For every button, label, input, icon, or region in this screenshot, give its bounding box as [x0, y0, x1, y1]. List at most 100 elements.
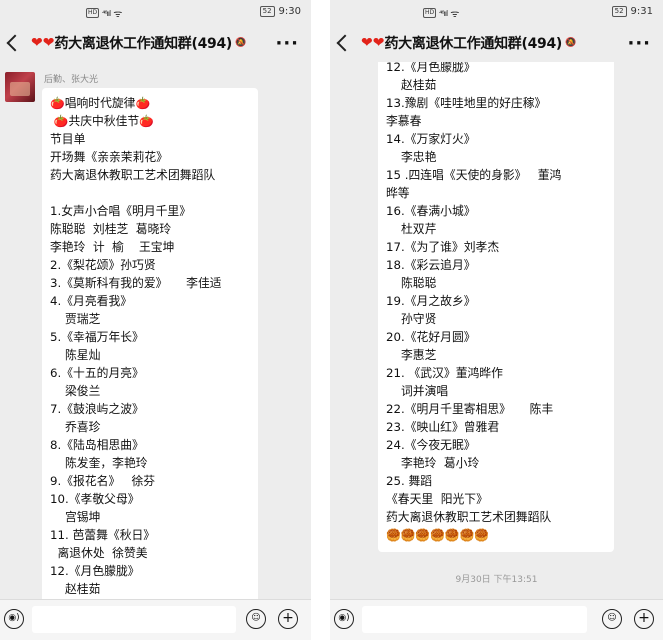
- plus-icon[interactable]: +: [634, 609, 654, 629]
- message-line: 15 .四连唱《天使的身影》 董鸿: [386, 168, 562, 182]
- message-input[interactable]: [362, 606, 587, 633]
- message-line: 17.《为了谁》刘孝杰: [386, 240, 500, 254]
- left-screenshot-panel: HD ⁴⁶ııl ᯤ 52 9:30 ❤❤ 药大离退休工作通知群(494) 🔕 …: [0, 0, 311, 640]
- status-right: 52 9:30: [259, 6, 301, 17]
- message-line: 24.《今夜无眠》: [386, 438, 476, 452]
- message-line: 《春天里 阳光下》: [386, 492, 488, 506]
- signal-icon: ⁴⁶ııl: [102, 8, 111, 18]
- emoji-icon[interactable]: ☺: [602, 609, 622, 629]
- message-bubble[interactable]: 12.《月色朦胧》 赵桂茹 13.豫剧《哇哇地里的好庄稼》 李慕春 14.《万家灯火》…: [378, 62, 614, 552]
- message-line: 22.《明月千里寄相思》 陈丰: [386, 402, 554, 416]
- message-line: 3.《莫斯科有我的爱》 李佳适: [50, 276, 222, 290]
- message-line: 梁俊兰: [50, 384, 101, 398]
- right-screenshot-panel: HD ⁴⁶ııl ᯤ 52 9:31 ❤❤ 药大离退休工作通知群(494) 🔕 …: [330, 0, 663, 640]
- wifi-icon: ᯤ: [450, 9, 460, 20]
- back-icon[interactable]: [336, 34, 354, 52]
- message-line: 陈聪聪: [386, 276, 437, 290]
- message-list[interactable]: 后勤、张大光 🍅唱响时代旋律🍅 🍅共庆中秋佳节🍅 节目单 开场舞《亲亲茉莉花》 药大离…: [0, 62, 311, 600]
- message-text: 12.《月色朦胧》 赵桂茹 13.豫剧《哇哇地里的好庄稼》 李慕春 14.《万家灯火》…: [386, 62, 606, 544]
- message-line: 6.《十五的月亮》: [50, 366, 144, 380]
- message-line: 李艳玲 葛小玲: [386, 456, 480, 470]
- message-line: 开场舞《亲亲茉莉花》: [50, 150, 168, 164]
- message-line: 🥮🥮🥮🥮🥮🥮🥮: [386, 528, 489, 542]
- chat-header: ❤❤ 药大离退休工作通知群(494) 🔕 ···: [330, 24, 663, 62]
- message-line: 乔喜珍: [50, 420, 101, 434]
- message-line: 杜双芹: [386, 222, 437, 236]
- more-options-icon[interactable]: ···: [627, 33, 651, 54]
- status-right: 52 9:31: [611, 6, 653, 17]
- message-line: 陈聪聪 刘桂芝 葛晓玲: [50, 222, 172, 236]
- clock: 9:31: [630, 6, 653, 17]
- message-line: 16.《春满小城》: [386, 204, 476, 218]
- emoji-icon[interactable]: ☺: [246, 609, 266, 629]
- message-line: 🍅唱响时代旋律🍅: [50, 96, 151, 110]
- status-icons: HD ⁴⁶ııl ᯤ: [86, 6, 122, 20]
- message-line: 离退休处 徐赞美: [50, 546, 148, 560]
- message-line: 1.女声小合唱《明月千里》: [50, 204, 192, 218]
- message-line: 11. 芭蕾舞《秋日》: [50, 528, 156, 542]
- message-line: 2.《梨花颂》孙巧贤: [50, 258, 156, 272]
- message-line: 14.《万家灯火》: [386, 132, 476, 146]
- chat-title: 药大离退休工作通知群(494): [54, 36, 232, 52]
- message-line: 陈星灿: [50, 348, 101, 362]
- message-line: 9.《报花名》 徐芬: [50, 474, 156, 488]
- hd-icon: HD: [86, 8, 100, 18]
- message-bubble[interactable]: 🍅唱响时代旋律🍅 🍅共庆中秋佳节🍅 节目单 开场舞《亲亲茉莉花》 药大离退休教职工艺术…: [42, 88, 258, 600]
- message-line: 25. 舞蹈: [386, 474, 433, 488]
- message-line: 20.《花好月圆》: [386, 330, 476, 344]
- message-line: 12.《月色朦胧》: [386, 62, 476, 74]
- mute-bell-icon: 🔕: [235, 38, 247, 48]
- avatar[interactable]: [5, 72, 35, 102]
- message-input[interactable]: [32, 606, 236, 633]
- input-bar: ◉) ☺ +: [0, 599, 311, 640]
- message-line: 4.《月亮看我》: [50, 294, 133, 308]
- message-line: 李艳玲 计 榆 王宝坤: [50, 240, 175, 254]
- voice-icon[interactable]: ◉): [334, 609, 354, 629]
- message-line: 18.《彩云追月》: [386, 258, 476, 272]
- message-line: 晔等: [386, 186, 410, 200]
- voice-icon[interactable]: ◉): [4, 609, 24, 629]
- message-line: 药大离退休教职工艺术团舞蹈队: [386, 510, 552, 524]
- message-line: 李惠芝: [386, 348, 437, 362]
- status-bar: HD ⁴⁶ııl ᯤ 52 9:30: [0, 0, 311, 24]
- message-line: 🍅共庆中秋佳节🍅: [50, 114, 154, 128]
- message-line: 23.《映山红》曾雅君: [386, 420, 500, 434]
- message-line: 12.《月色朦胧》: [50, 564, 140, 578]
- more-options-icon[interactable]: ···: [275, 33, 299, 54]
- battery-icon: 52: [611, 6, 627, 17]
- message-line: 宫锡坤: [50, 510, 101, 524]
- message-line: 8.《陆岛相思曲》: [50, 438, 144, 452]
- message-line: 13.豫剧《哇哇地里的好庄稼》: [386, 96, 547, 110]
- message-line: 李忠艳: [386, 150, 437, 164]
- message-line: 词并演唱: [386, 384, 449, 398]
- status-icons: HD ⁴⁶ııl ᯤ: [423, 6, 459, 20]
- message-line: 19.《月之故乡》: [386, 294, 476, 308]
- message-line: 5.《幸福万年长》: [50, 330, 144, 344]
- back-icon[interactable]: [6, 34, 24, 52]
- message-line: 21. 《武汉》董鸿晔作: [386, 366, 503, 380]
- chat-header: ❤❤ 药大离退休工作通知群(494) 🔕 ···: [0, 24, 311, 62]
- signal-icon: ⁴⁶ııl: [439, 8, 448, 18]
- clock: 9:30: [278, 6, 301, 17]
- plus-icon[interactable]: +: [278, 609, 298, 629]
- message-line: 陈发奎，李艳玲: [50, 456, 148, 470]
- message-line: 贾瑞芝: [50, 312, 101, 326]
- chat-title: 药大离退休工作通知群(494): [384, 36, 562, 52]
- message-line: 赵桂茹: [386, 78, 437, 92]
- message-line: [50, 184, 250, 202]
- input-bar: ◉) ☺ +: [330, 599, 663, 640]
- hd-icon: HD: [423, 8, 437, 18]
- message-line: 7.《鼓浪屿之波》: [50, 402, 144, 416]
- battery-icon: 52: [259, 6, 275, 17]
- timestamp: 9月30日 下午13:51: [455, 575, 538, 585]
- message-line: 孙守贤: [386, 312, 437, 326]
- message-line: 节目单: [50, 132, 86, 146]
- mute-bell-icon: 🔕: [565, 38, 577, 48]
- hearts-icon: ❤❤: [361, 35, 385, 51]
- message-list[interactable]: 12.《月色朦胧》 赵桂茹 13.豫剧《哇哇地里的好庄稼》 李慕春 14.《万家灯火》…: [330, 62, 663, 600]
- message-line: 李慕春: [386, 114, 422, 128]
- wifi-icon: ᯤ: [113, 9, 123, 20]
- sender-name: 后勤、张大光: [44, 75, 99, 85]
- hearts-icon: ❤❤: [31, 35, 55, 51]
- message-text: 🍅唱响时代旋律🍅 🍅共庆中秋佳节🍅 节目单 开场舞《亲亲茉莉花》 药大离退休教职工艺术…: [50, 94, 250, 598]
